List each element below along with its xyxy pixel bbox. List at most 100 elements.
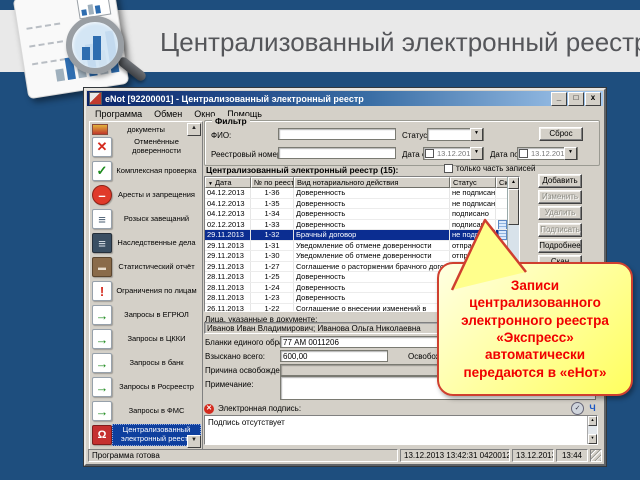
minimize-button[interactable]: _ [551,92,567,106]
window-titlebar[interactable]: eNot [92200001] - Централизованный элект… [87,91,603,106]
sidebar-item-label: Наследственные дела [112,239,201,248]
close-button[interactable]: x [585,92,601,106]
only-part-checkbox[interactable]: только часть записей [444,164,535,173]
table-row[interactable]: 02.12.2013 1-33 Доверенность подписано [205,220,507,231]
filter-legend: Фильтр [212,116,250,126]
filter-groupbox: Фильтр ФИО: Статус: ▼ Сброс Реестровый н… [204,120,600,166]
cell-status: не подписано [450,199,496,209]
table-row[interactable]: 29.11.2013 1-30 Уведомление об отмене до… [205,251,507,262]
sidebar-scroll-up[interactable]: ▲ [187,123,201,136]
action-button[interactable]: Изменить [538,190,582,204]
action-button[interactable]: Подробнее [538,239,582,253]
cell-number: 1-32 [251,230,294,240]
sidebar-item[interactable]: Отменённые доверенности [90,135,202,159]
checkbox-icon[interactable] [444,164,453,173]
status-ready: Программа готова [88,449,398,462]
cell-date: 29.11.2013 [205,262,251,272]
table-header: Дата№ по рееструВид нотариального действ… [205,177,507,188]
cell-number: 1-24 [251,283,294,293]
cell-status: отправлено [450,241,496,251]
column-header[interactable]: № по реестру [251,177,294,188]
status-select[interactable]: ▼ [427,128,484,141]
cell-type: Доверенность [294,199,450,209]
callout-bubble: Записи централизованного электронного ре… [437,262,633,396]
sidebar-item-label: Запросы в ЕГРЮЛ [112,311,201,320]
cell-number: 1-25 [251,272,294,282]
sidebar-item-label: Отменённые доверенности [112,138,201,155]
reg-number-label: Реестровый номер: [211,150,284,159]
chart-magnifier-logo [4,0,164,98]
sidebar-item[interactable]: Статистический отчёт [90,255,202,279]
action-button[interactable]: Удалить [538,206,582,220]
banner-title: Централизованный электронный реестр [160,27,635,58]
collected-input[interactable] [280,350,388,362]
sidebar-item-label: Статистический отчёт [112,263,201,272]
sidebar-item[interactable]: Наследственные дела [90,231,202,255]
sidebar-scroll-down[interactable]: ▼ [187,435,201,448]
cell-type: Доверенность [294,293,450,303]
cell-number: 1-31 [251,241,294,251]
date-to-picker[interactable]: 13.12.2013 ▼ [517,147,578,160]
sidebar-item[interactable]: Розыск завещаний [90,207,202,231]
sign-icon[interactable]: Ч [587,403,598,414]
signature-status: Подпись отсутствует [205,416,587,444]
sidebar-item[interactable]: Запросы в ФМС [90,399,202,423]
cell-number: 1-33 [251,220,294,230]
sidebar-item[interactable]: Запросы в банк [90,351,202,375]
scan-icon [498,230,507,240]
date-from-checkbox[interactable] [425,149,434,158]
cell-number: 1-35 [251,199,294,209]
resize-grip[interactable] [590,449,602,462]
date-from-picker[interactable]: 13.12.2013 ▼ [423,147,484,160]
table-row[interactable]: 04.12.2013 1-36 Доверенность не подписан… [205,188,507,199]
maximize-button[interactable]: □ [568,92,584,106]
page: Централизованный электронный реестр [0,0,640,480]
sidebar-item[interactable]: Запросы в Росреестр [90,375,202,399]
sidebar-clipped-item[interactable]: документы [90,122,202,135]
cell-type: Брачный договор [294,230,450,240]
sidebar-item-icon [92,329,112,349]
chevron-down-icon[interactable]: ▼ [564,147,577,160]
column-header[interactable]: Вид нотариального действия [294,177,450,188]
action-button[interactable]: Добавить [538,174,582,188]
sidebar-item[interactable]: Запросы в ЕГРЮЛ [90,303,202,327]
sidebar-item-icon [92,353,112,373]
scroll-up-icon[interactable]: ▲ [508,177,519,189]
action-button[interactable]: Подписать [538,223,582,237]
sidebar-item-label: Аресты и запрещения [112,191,201,200]
chevron-down-icon[interactable]: ▼ [470,147,483,160]
sidebar-item[interactable]: Комплексная проверка [90,159,202,183]
scroll-thumb[interactable] [508,189,519,225]
chevron-down-icon[interactable]: ▼ [470,128,483,141]
column-header[interactable]: Скан [496,177,507,188]
sidebar-item[interactable]: Запросы в ЦККИ [90,327,202,351]
scroll-down-icon[interactable]: ▼ [588,434,597,444]
cell-type: Доверенность [294,188,450,198]
column-header[interactable]: Статус [450,177,496,188]
table-row[interactable]: 29.11.2013 1-32 Брачный договор не подпи… [205,230,507,241]
table-row[interactable]: 04.12.2013 1-34 Доверенность подписано [205,209,507,220]
table-row[interactable]: 29.11.2013 1-31 Уведомление об отмене до… [205,241,507,252]
menu-item[interactable]: Программа [90,109,147,119]
cell-date: 02.12.2013 [205,220,251,230]
reset-button[interactable]: Сброс [539,127,583,141]
cell-type: Соглашение о расторжении брачного догово… [294,262,450,272]
verify-signature-icon[interactable]: ✓ [571,402,584,415]
scroll-up-icon[interactable]: ▲ [588,416,597,426]
menu-item[interactable]: Обмен [149,109,187,119]
cell-status: отправлено [450,251,496,261]
reg-number-input[interactable] [278,147,396,159]
status-label: Статус: [402,131,430,140]
signature-scrollbar[interactable]: ▲ ▼ [587,416,597,444]
cell-date: 04.12.2013 [205,199,251,209]
sidebar-item-icon [92,257,112,277]
sidebar-item-icon [92,161,112,181]
sidebar-item[interactable]: Централизованный электронный реестр [90,423,202,447]
fio-input[interactable] [278,128,396,140]
table-row[interactable]: 04.12.2013 1-35 Доверенность не подписан… [205,199,507,210]
column-header[interactable]: Дата [205,177,251,188]
sidebar-item[interactable]: Ограничения по лицам [90,279,202,303]
magnifier-lens-icon [66,16,124,74]
sidebar-item[interactable]: Аресты и запрещения [90,183,202,207]
date-to-checkbox[interactable] [519,149,528,158]
